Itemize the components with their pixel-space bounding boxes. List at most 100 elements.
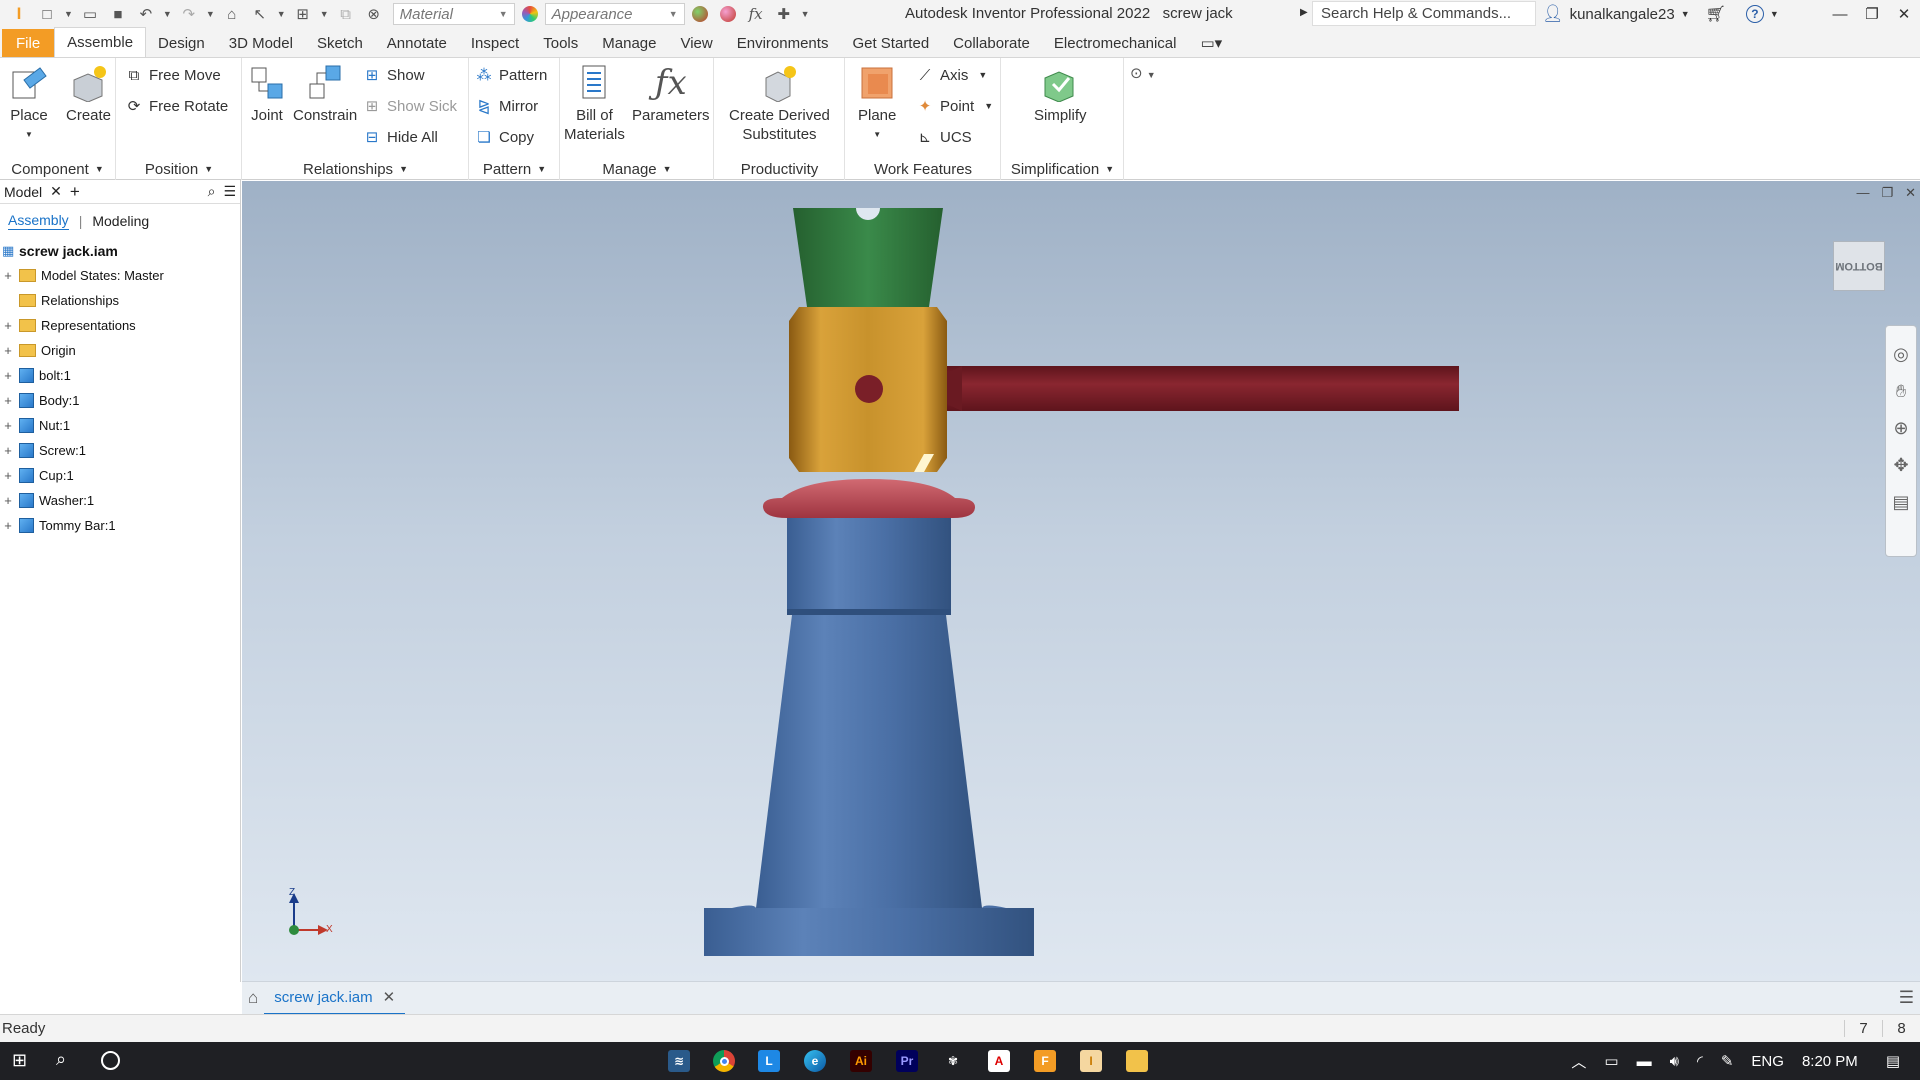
select-icon[interactable]: ↖	[247, 2, 273, 26]
pan-icon[interactable]: ✋︎	[1896, 381, 1906, 402]
pen-icon[interactable]: ✎	[1721, 1052, 1734, 1070]
constrain-button[interactable]: Constrain	[293, 64, 357, 125]
tree-node[interactable]: + Screw:1	[2, 438, 240, 463]
create-button[interactable]: Create	[66, 64, 111, 125]
tree-node[interactable]: + Tommy Bar:1	[2, 513, 240, 538]
inventor-logo-icon[interactable]: I	[6, 2, 32, 26]
chrome-icon[interactable]	[713, 1050, 735, 1072]
mirror-button[interactable]: ⧎ Mirror	[475, 95, 538, 117]
joint-button[interactable]: Joint	[248, 64, 286, 125]
expand-icon[interactable]: +	[2, 443, 14, 458]
tab-tools[interactable]: Tools	[531, 29, 590, 57]
free-rotate-button[interactable]: ⟳ Free Rotate	[125, 95, 229, 117]
restore-icon[interactable]: ❐	[1856, 0, 1888, 28]
close-icon[interactable]: ✕	[1888, 0, 1920, 28]
expand-icon[interactable]: +	[2, 343, 14, 358]
tree-node[interactable]: + Representations	[2, 313, 240, 338]
tree-node[interactable]: Relationships	[2, 288, 240, 313]
home-icon[interactable]: ⌂	[219, 2, 245, 26]
edge-icon[interactable]: e	[804, 1050, 826, 1072]
plane-button[interactable]: Plane ▼	[858, 64, 896, 144]
tab-design[interactable]: Design	[146, 29, 217, 57]
tree-node[interactable]: + bolt:1	[2, 363, 240, 388]
expand-icon[interactable]: +	[2, 493, 14, 508]
menu-icon[interactable]: ☰	[223, 183, 236, 200]
windows-start-icon[interactable]: ⊞	[12, 1050, 27, 1071]
show-sick-button[interactable]: ⊞ Show Sick	[363, 95, 457, 117]
create-derived-substitutes-button[interactable]: Create Derived Substitutes	[729, 64, 830, 144]
washer-part[interactable]	[762, 479, 975, 518]
tab-annotate[interactable]: Annotate	[375, 29, 459, 57]
meet-icon[interactable]: ▭	[1604, 1052, 1618, 1070]
clear-appearance-icon[interactable]	[715, 2, 741, 26]
help-search-input[interactable]: Search Help & Commands...	[1312, 1, 1536, 26]
language-indicator[interactable]: ENG	[1751, 1053, 1784, 1070]
tab-3d-model[interactable]: 3D Model	[217, 29, 305, 57]
add-icon[interactable]: +	[70, 182, 80, 202]
notifications-icon[interactable]: ▤	[1886, 1052, 1900, 1070]
tab-overflow-icon[interactable]: ▭▾	[1188, 29, 1234, 57]
expand-icon[interactable]: +	[2, 418, 14, 433]
body-neck[interactable]	[787, 518, 951, 613]
tab-inspect[interactable]: Inspect	[459, 29, 531, 57]
chevron-down-icon[interactable]: ▼	[320, 9, 329, 19]
cup-part[interactable]	[793, 208, 943, 307]
plus-icon[interactable]: ✚	[771, 2, 797, 26]
tab-get-started[interactable]: Get Started	[840, 29, 941, 57]
expand-icon[interactable]: +	[2, 393, 14, 408]
close-icon[interactable]: ✕	[383, 988, 396, 1006]
show-button[interactable]: ⊞ Show	[363, 64, 425, 86]
cortana-icon[interactable]	[101, 1051, 120, 1070]
simplify-button[interactable]: Simplify	[1034, 64, 1087, 125]
appearance-icon[interactable]	[517, 2, 543, 26]
tree-node[interactable]: + Model States: Master	[2, 263, 240, 288]
steering-wheel-icon[interactable]: ◎	[1893, 344, 1909, 365]
search-icon[interactable]: ⌕	[208, 183, 216, 200]
cart-icon[interactable]: 🛒︎	[1706, 4, 1726, 24]
tommy-bar-part[interactable]	[942, 366, 1459, 411]
graphics-viewport[interactable]: — ❐ ✕ Z X BOTTOM ◎ ✋︎ ⊕ ✥ ▤	[242, 181, 1920, 981]
chevron-down-icon[interactable]: ▼	[206, 9, 215, 19]
tree-root[interactable]: ▦ screw jack.iam	[2, 238, 240, 263]
viewcube[interactable]: BOTTOM	[1833, 241, 1885, 291]
axis-button[interactable]: ⟋ Axis ▼	[916, 64, 988, 86]
tab-file[interactable]: File	[2, 29, 55, 57]
minimize-icon[interactable]: —	[1824, 0, 1856, 28]
tab-assemble[interactable]: Assemble	[54, 27, 147, 57]
open-icon[interactable]: ▭	[77, 2, 103, 26]
material-combo[interactable]: Material ▼	[392, 3, 515, 25]
panel-simplification-label[interactable]: Simplification ▼	[1002, 158, 1123, 180]
screw-jack-model[interactable]	[242, 181, 1920, 981]
wifi-icon[interactable]: ◜	[1697, 1052, 1703, 1070]
look-at-icon[interactable]: ▤	[1892, 492, 1909, 513]
zoom-icon[interactable]: ⊕	[1893, 418, 1908, 439]
bill-of-materials-button[interactable]: Bill of Materials	[564, 64, 625, 144]
volume-icon[interactable]: 🔊︎	[1670, 1053, 1679, 1070]
panel-component-label[interactable]: Component ▼	[0, 158, 115, 180]
panel-pattern-label[interactable]: Pattern ▼	[470, 158, 559, 180]
undo-icon[interactable]: ↶	[133, 2, 159, 26]
expand-icon[interactable]: +	[2, 268, 14, 283]
chevron-up-icon[interactable]: ︿	[1571, 1051, 1586, 1072]
sharex-icon[interactable]: ≋	[668, 1050, 690, 1072]
browser-title[interactable]: Model	[4, 184, 42, 200]
tree-node[interactable]: + Cup:1	[2, 463, 240, 488]
app-icon[interactable]: ✾	[942, 1050, 964, 1072]
tab-modeling[interactable]: Modeling	[92, 213, 149, 229]
tab-environments[interactable]: Environments	[725, 29, 841, 57]
illustrator-icon[interactable]: Ai	[850, 1050, 872, 1072]
tree-node[interactable]: + Washer:1	[2, 488, 240, 513]
chevron-down-icon[interactable]: ▼	[64, 9, 73, 19]
search-icon[interactable]: ⌕	[56, 1049, 66, 1070]
panel-manage-label[interactable]: Manage ▼	[561, 158, 713, 180]
tree-node[interactable]: + Origin	[2, 338, 240, 363]
body-base[interactable]	[704, 908, 1034, 956]
expand-icon[interactable]: +	[2, 368, 14, 383]
expand-icon[interactable]: +	[2, 468, 14, 483]
help-icon[interactable]: ?	[1745, 5, 1764, 23]
expand-icon[interactable]: +	[2, 518, 14, 533]
explorer-icon[interactable]	[1126, 1050, 1148, 1072]
inventor-icon[interactable]: I	[1080, 1050, 1102, 1072]
home-icon[interactable]: ⌂	[248, 988, 258, 1008]
menu-icon[interactable]: ☰	[1899, 988, 1914, 1008]
